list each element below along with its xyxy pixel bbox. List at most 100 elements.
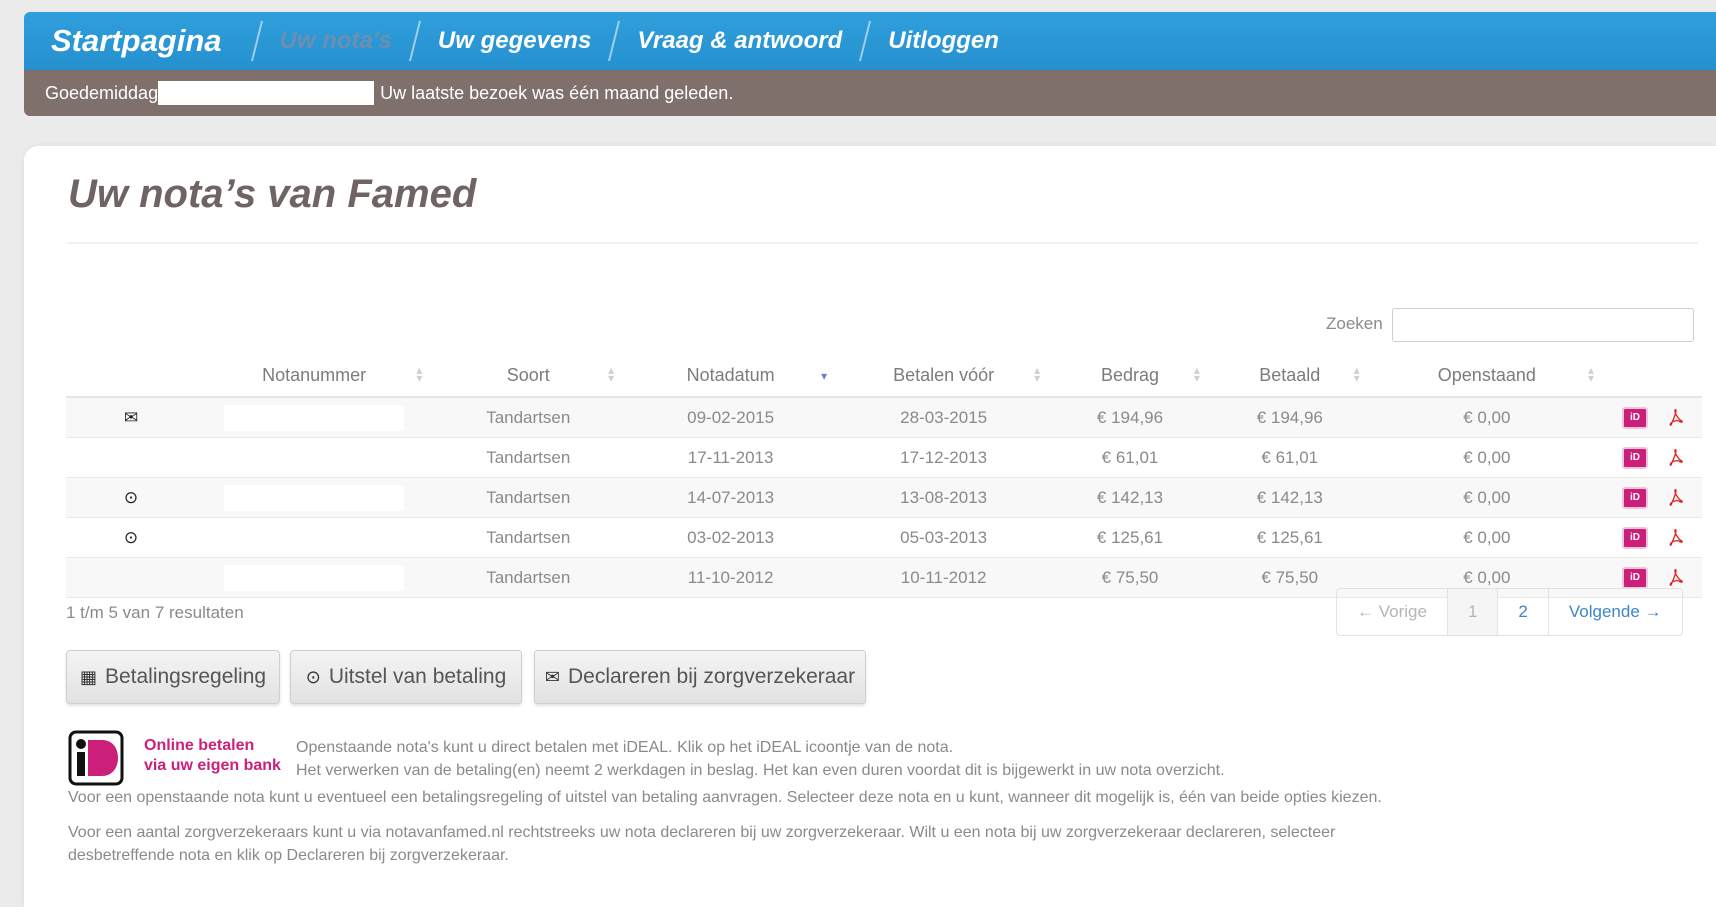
betalen-voor-cell: 28-03-2015 <box>837 397 1051 438</box>
header-notanummer[interactable]: Notanummer ▴ ▾ <box>195 354 433 398</box>
nav-uw-notas[interactable]: Uw nota's <box>258 12 414 70</box>
notanummer-cell <box>195 477 433 518</box>
header-status <box>66 354 196 398</box>
envelope-icon: ✉ <box>544 666 560 687</box>
ideal-pay-icon[interactable]: iD <box>1621 486 1648 509</box>
search-input[interactable] <box>1392 308 1694 342</box>
paragraph-line: Voor een aantal zorgverzekeraars kunt u … <box>68 824 1336 841</box>
calendar-icon: ▦ <box>79 666 97 687</box>
sort-icon: ▴ ▾ <box>416 363 423 385</box>
bedrag-cell: € 142,13 <box>1050 477 1210 518</box>
declareren-button[interactable]: ✉ Declareren bij zorgverzekeraar <box>534 650 866 704</box>
ideal-pay-icon[interactable]: iD <box>1621 566 1648 589</box>
info-paragraph-declareren: Voor een aantal zorgverzekeraars kunt u … <box>68 821 1648 867</box>
main-panel: Uw nota’s van Famed Zoeken Notanummer ▴ ▾ … <box>24 146 1716 907</box>
betalen-voor-cell: 05-03-2013 <box>837 517 1051 558</box>
ideal-pay-icon[interactable]: iD <box>1621 446 1648 469</box>
button-label: Declareren bij zorgverzekeraar <box>567 665 856 688</box>
header-label: Betaald <box>1259 364 1321 385</box>
openstaand-cell: € 0,00 <box>1369 437 1604 478</box>
actions-cell: iD <box>1603 477 1702 518</box>
ideal-tagline-line: via uw eigen bank <box>144 757 281 774</box>
bedrag-cell: € 194,96 <box>1050 397 1210 438</box>
table-row[interactable]: Tandartsen 17-11-2013 17-12-2013 € 61,01… <box>66 437 1702 478</box>
bedrag-cell: € 75,50 <box>1050 557 1210 598</box>
header-label: Betalen vóór <box>893 364 995 385</box>
redacted-notanummer <box>224 404 405 431</box>
table-row[interactable]: ✉ Tandartsen 09-02-2015 28-03-2015 € 194… <box>66 397 1702 438</box>
header-openstaand[interactable]: Openstaand ▴ ▾ <box>1369 354 1604 398</box>
notanummer-cell <box>195 517 433 558</box>
openstaand-cell: € 0,00 <box>1369 517 1604 558</box>
header-betalen-voor[interactable]: Betalen vóór ▴ ▾ <box>837 354 1051 398</box>
table-row[interactable]: ⊙ Tandartsen 14-07-2013 13-08-2013 € 142… <box>66 477 1702 518</box>
table-row[interactable]: ⊙ Tandartsen 03-02-2013 05-03-2013 € 125… <box>66 517 1702 558</box>
notanummer-cell <box>195 397 433 438</box>
last-visit-text: Uw laatste bezoek was één maand geleden. <box>380 82 734 103</box>
ideal-pay-icon[interactable]: iD <box>1621 526 1648 549</box>
notanummer-cell <box>195 557 433 598</box>
notadatum-cell: 17-11-2013 <box>624 437 838 478</box>
header-label: Bedrag <box>1101 364 1160 385</box>
actions-cell: iD <box>1603 397 1702 438</box>
sort-desc-icon: ▾ <box>821 369 828 383</box>
ideal-info: Openstaande nota's kunt u direct betalen… <box>296 736 1225 782</box>
pagination-previous[interactable]: ← Vorige <box>1337 589 1448 635</box>
ideal-tagline: Online betalen via uw eigen bank <box>144 736 281 776</box>
clock-icon: ⊙ <box>66 517 196 558</box>
header-notadatum[interactable]: Notadatum ▾ <box>624 354 838 398</box>
sort-icon: ▴ ▾ <box>1587 363 1594 385</box>
pdf-icon[interactable] <box>1668 408 1684 428</box>
notadatum-cell: 14-07-2013 <box>624 477 838 518</box>
nav-uw-gegevens[interactable]: Uw gegevens <box>416 12 613 70</box>
uitstel-button[interactable]: ⊙ Uitstel van betaling <box>290 650 522 704</box>
sort-icon: ▴ ▾ <box>608 363 615 385</box>
redacted-notanummer <box>224 445 404 471</box>
nav-vraag-antwoord[interactable]: Vraag & antwoord <box>615 12 864 70</box>
openstaand-cell: € 0,00 <box>1369 397 1604 438</box>
betalen-voor-cell: 10-11-2012 <box>837 557 1051 598</box>
nav-startpagina[interactable]: Startpagina <box>24 12 256 70</box>
pdf-icon[interactable] <box>1668 528 1684 548</box>
betaald-cell: € 125,61 <box>1209 517 1370 558</box>
table-header-row: Notanummer ▴ ▾ Soort ▴ ▾ Notadatum ▾ Betalen … <box>66 354 1702 398</box>
envelope-icon: ✉ <box>66 397 196 438</box>
search-label: Zoeken <box>1326 314 1383 333</box>
paragraph-line: desbetreffende nota en klik op Declarere… <box>68 847 509 864</box>
redacted-notanummer <box>224 525 404 551</box>
status-empty <box>66 437 196 478</box>
pdf-icon[interactable] <box>1668 448 1684 468</box>
pagination-page-1[interactable]: 1 <box>1447 589 1499 635</box>
header-actions <box>1603 354 1702 398</box>
redacted-notanummer <box>224 484 405 511</box>
header-soort[interactable]: Soort ▴ ▾ <box>432 354 625 398</box>
nav-uitloggen[interactable]: Uitloggen <box>866 12 1021 70</box>
betaald-cell: € 142,13 <box>1209 477 1370 518</box>
info-paragraph-regeling: Voor een openstaande nota kunt u eventue… <box>68 789 1382 806</box>
soort-cell: Tandartsen <box>432 437 625 478</box>
header-label: Soort <box>506 364 550 385</box>
pdf-icon[interactable] <box>1668 488 1684 508</box>
notanummer-cell <box>195 437 433 478</box>
betalingsregeling-button[interactable]: ▦ Betalingsregeling <box>66 650 280 704</box>
actions-cell: iD <box>1603 437 1702 478</box>
header-bedrag[interactable]: Bedrag ▴ ▾ <box>1050 354 1210 398</box>
sort-icon: ▴ ▾ <box>1034 363 1041 385</box>
header-betaald[interactable]: Betaald ▴ ▾ <box>1209 354 1370 398</box>
header-label: Notadatum <box>686 364 775 385</box>
button-label: Betalingsregeling <box>104 665 267 688</box>
nota-table: Notanummer ▴ ▾ Soort ▴ ▾ Notadatum ▾ Betalen … <box>66 354 1702 598</box>
soort-cell: Tandartsen <box>432 517 625 558</box>
header-label: Openstaand <box>1437 364 1536 385</box>
pdf-icon[interactable] <box>1668 568 1684 588</box>
result-count: 1 t/m 5 van 7 resultaten <box>66 603 244 622</box>
ideal-logo <box>68 730 124 786</box>
ideal-pay-icon[interactable]: iD <box>1621 406 1648 429</box>
title-divider <box>68 242 1698 244</box>
betalen-voor-cell: 13-08-2013 <box>837 477 1051 518</box>
pagination-page-2[interactable]: 2 <box>1498 589 1549 635</box>
pagination: ← Vorige 1 2 Volgende → <box>1336 588 1683 636</box>
button-label: Uitstel van betaling <box>328 665 507 688</box>
greeting-label: Goedemiddag <box>45 82 159 103</box>
pagination-next[interactable]: Volgende → <box>1549 589 1682 635</box>
